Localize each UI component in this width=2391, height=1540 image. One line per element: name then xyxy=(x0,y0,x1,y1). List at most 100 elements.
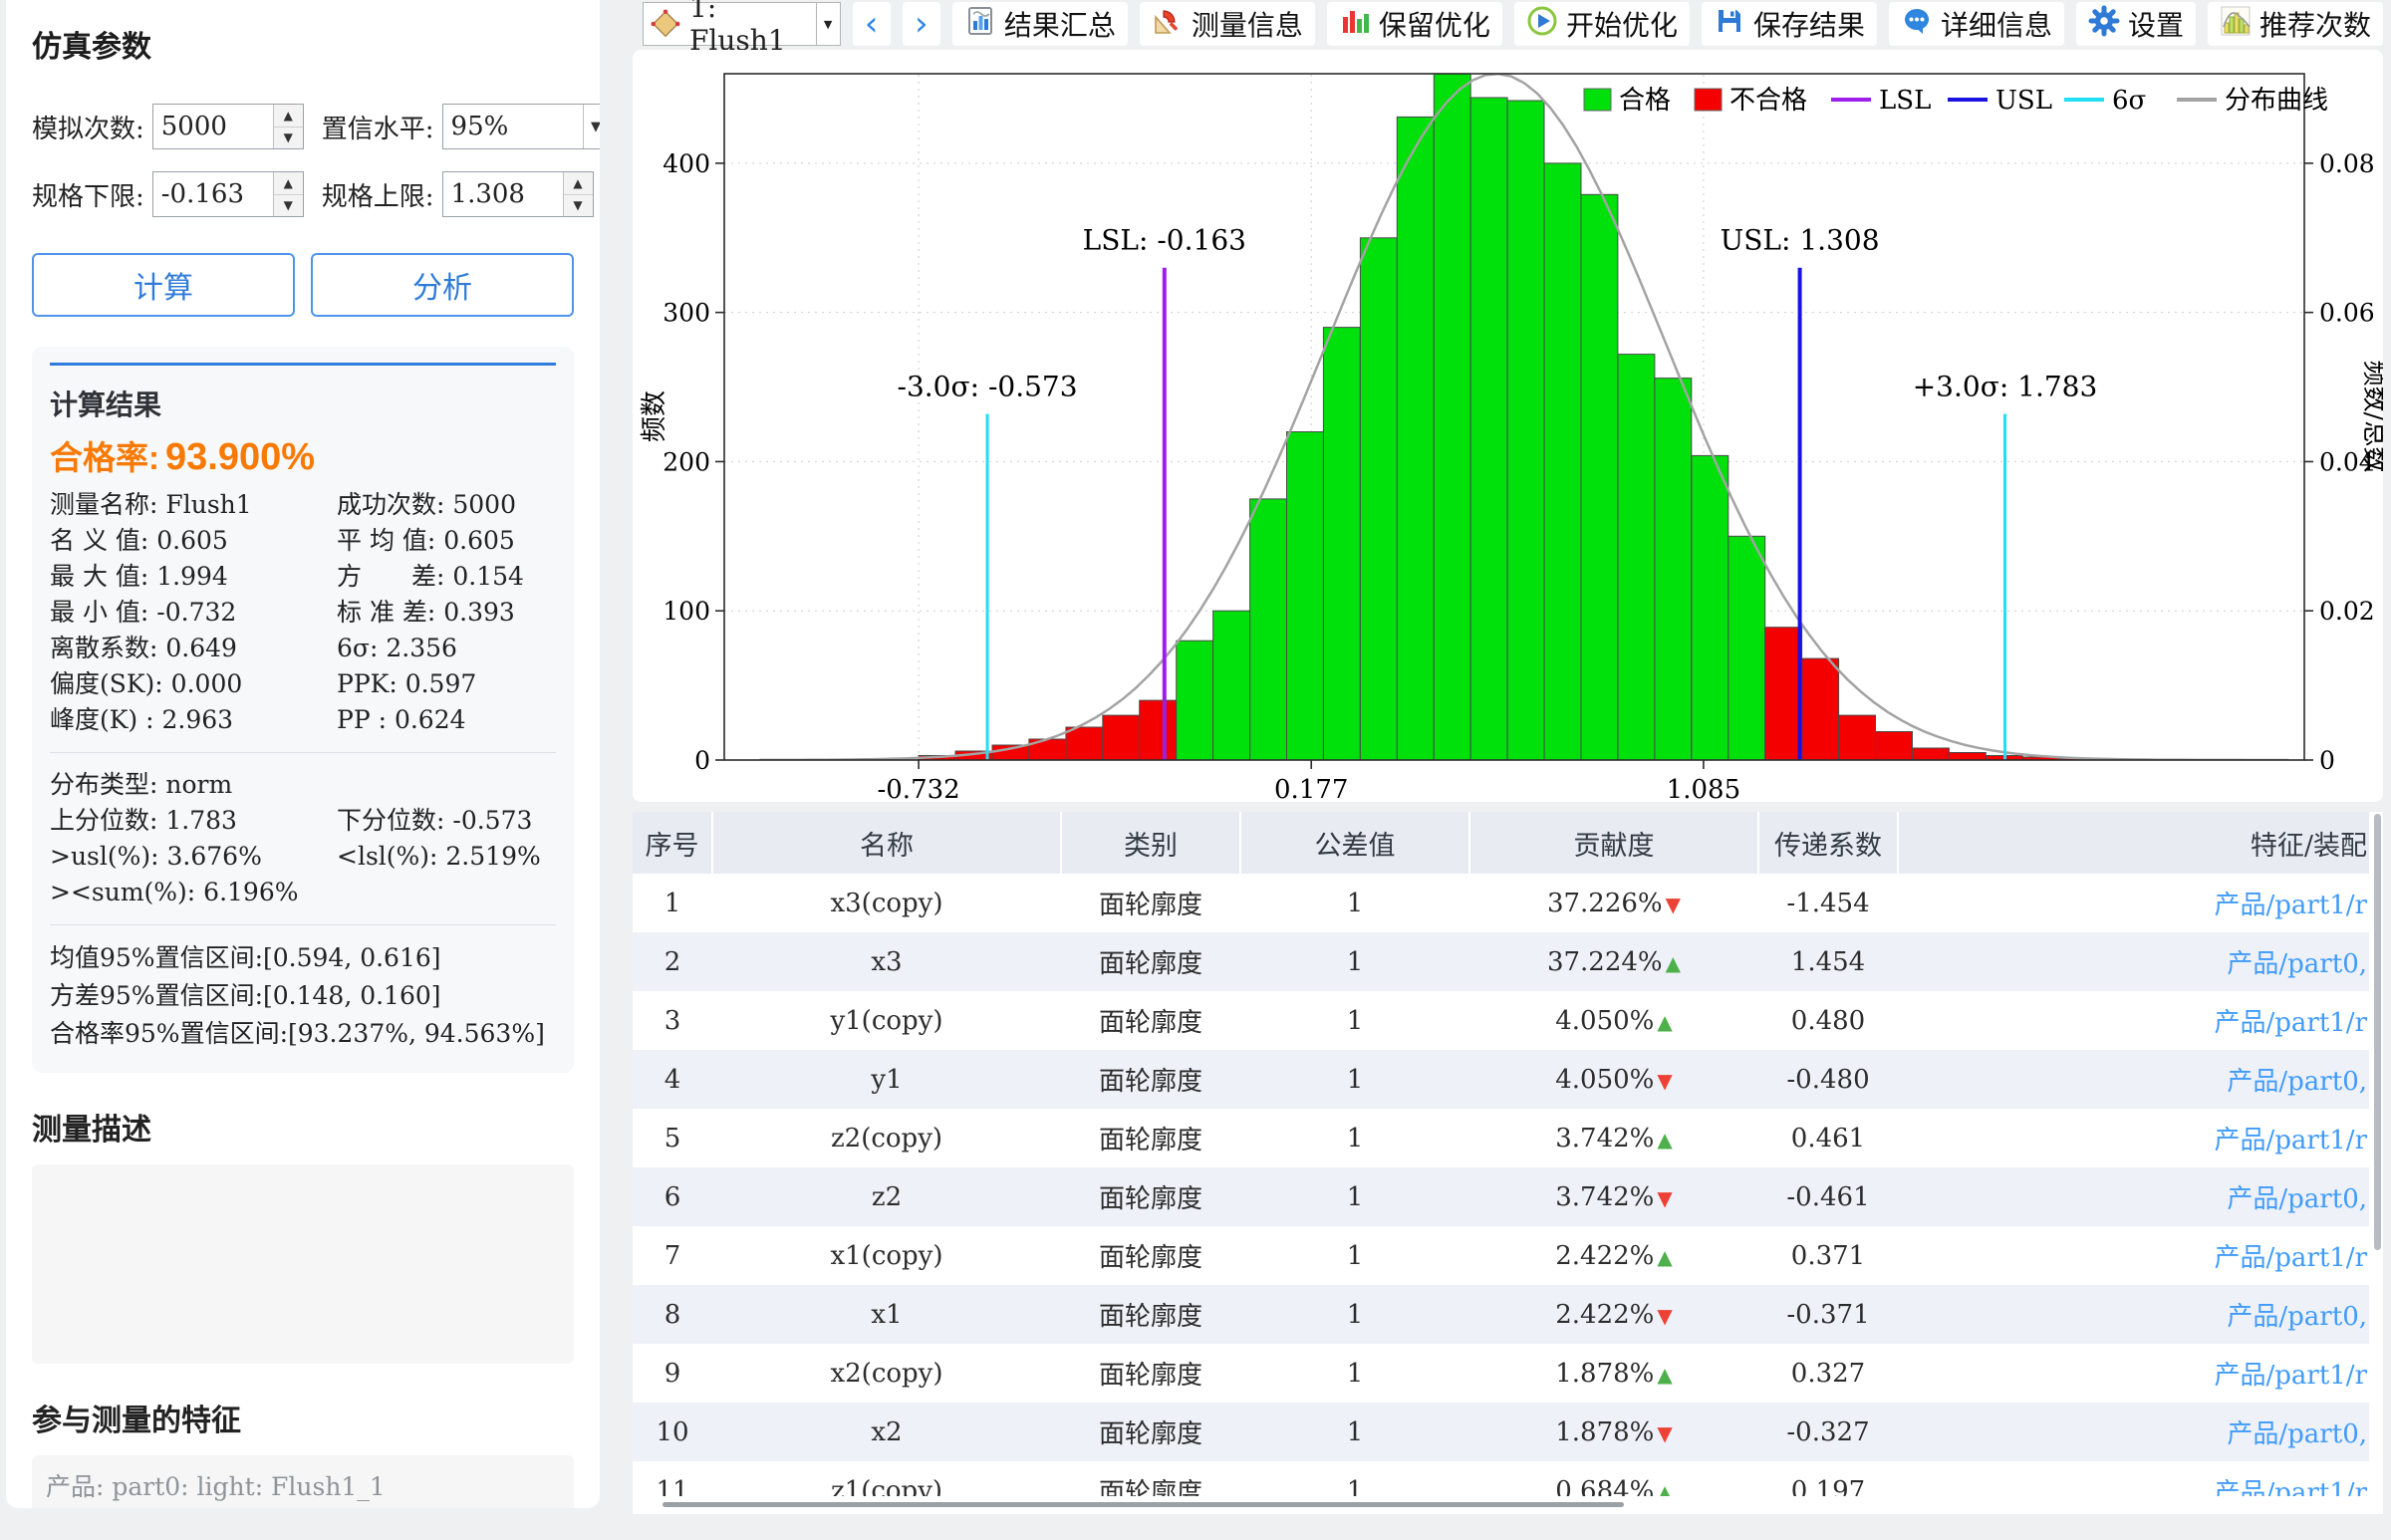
table-row[interactable]: 10x2面轮廓度11.878%▼-0.327产品/part0, xyxy=(633,1403,2369,1461)
distribution-list: 分布类型: norm上分位数: 1.783下分位数: -0.573>usl(%)… xyxy=(50,767,556,910)
main-area: 1: Flush1 ▼ ‹ › 结果汇总测量信息 保留优化开始优化 保存结果详细信息… xyxy=(633,0,2383,1540)
scrollbar-thumb[interactable] xyxy=(663,1502,1624,1507)
histogram-chart: -3.0σ: -0.573+3.0σ: 1.783LSL: -0.163USL:… xyxy=(633,50,2383,802)
toolbar-button-4[interactable]: 开始优化 xyxy=(1514,2,1690,46)
table-row[interactable]: 4y1面轮廓度14.050%▼-0.480产品/part0, xyxy=(633,1050,2369,1109)
spinner-input[interactable]: 5000▲▼ xyxy=(152,104,304,149)
svg-text:0.08: 0.08 xyxy=(2319,149,2375,178)
cell-feature-link[interactable]: 产品/part0, xyxy=(1898,932,2369,991)
toolbar-button-label: 保存结果 xyxy=(1753,4,1865,44)
toolbar-button-6[interactable]: 详细信息 xyxy=(1889,2,2064,46)
svg-text:频数/总数: 频数/总数 xyxy=(2359,361,2383,473)
spinner-up-icon[interactable]: ▲ xyxy=(274,172,303,195)
cell-feature-link[interactable]: 产品/part0, xyxy=(1898,1167,2369,1226)
cell-feature-link[interactable]: 产品/part0, xyxy=(1898,1285,2369,1344)
cell-feature-link[interactable]: 产品/part1/r xyxy=(1898,1344,2369,1403)
toolbar-button-2[interactable]: 测量信息 xyxy=(1140,2,1315,46)
cell-contribution: 1.878%▼ xyxy=(1469,1403,1758,1461)
scrollbar-thumb[interactable] xyxy=(2374,814,2381,1250)
calculate-button[interactable]: 计算 xyxy=(32,253,295,317)
report-chart-icon xyxy=(964,5,1004,44)
toolbar-button-label: 保留优化 xyxy=(1379,4,1490,44)
toolbar-button-8[interactable]: 推荐次数 xyxy=(2208,2,2383,46)
column-header[interactable]: 类别 xyxy=(1061,812,1240,874)
cell-feature-link[interactable]: 产品/part0, xyxy=(1898,1403,2369,1461)
field-value[interactable]: -0.163 xyxy=(153,172,273,216)
cell-tolerance: 1 xyxy=(1240,1109,1469,1167)
table-row[interactable]: 7x1(copy)面轮廓度12.422%▲0.371产品/part1/r xyxy=(633,1226,2369,1285)
analyze-button[interactable]: 分析 xyxy=(311,253,574,317)
confidence-interval-line: 合格率95%置信区间:[93.237%, 94.563%] xyxy=(50,1015,556,1053)
trend-up-icon: ▲ xyxy=(1657,1128,1672,1152)
confidence-interval-line: 方差95%置信区间:[0.148, 0.160] xyxy=(50,977,556,1015)
svg-text:300: 300 xyxy=(663,299,710,328)
spinner-down-icon[interactable]: ▼ xyxy=(274,128,303,149)
table-row[interactable]: 1x3(copy)面轮廓度137.226%▼-1.454产品/part1/r xyxy=(633,874,2369,932)
cell-contribution: 2.422%▼ xyxy=(1469,1285,1758,1344)
cell-feature-link[interactable]: 产品/part1/r xyxy=(1898,1226,2369,1285)
prev-button[interactable]: ‹ xyxy=(853,2,891,46)
spinner-input[interactable]: 1.308▲▼ xyxy=(442,171,594,217)
table-horizontal-scrollbar[interactable] xyxy=(633,1496,2369,1514)
svg-text:200: 200 xyxy=(663,447,710,476)
svg-text:0.02: 0.02 xyxy=(2319,597,2375,626)
cell-feature-link[interactable]: 产品/part0, xyxy=(1898,1050,2369,1109)
contribution-value: 1.878% xyxy=(1555,1417,1654,1447)
histogram-svg: -3.0σ: -0.573+3.0σ: 1.783LSL: -0.163USL:… xyxy=(633,50,2383,802)
table-row[interactable]: 5z2(copy)面轮廓度13.742%▲0.461产品/part1/r xyxy=(633,1109,2369,1167)
results-title: 计算结果 xyxy=(50,384,556,423)
toolbar-button-3[interactable]: 保留优化 xyxy=(1327,2,1502,46)
field-value[interactable]: 95% xyxy=(443,105,583,148)
table-vertical-scrollbar[interactable] xyxy=(2373,814,2382,1511)
table-row[interactable]: 8x1面轮廓度12.422%▼-0.371产品/part0, xyxy=(633,1285,2369,1344)
field-value[interactable]: 5000 xyxy=(153,105,273,148)
trend-down-icon: ▼ xyxy=(1657,1421,1672,1445)
spinner-buttons: ▲▼ xyxy=(563,172,593,216)
column-header[interactable]: 贡献度 xyxy=(1469,812,1758,874)
measure-desc-box[interactable] xyxy=(32,1164,574,1364)
toolbar-button-7[interactable]: 设置 xyxy=(2076,2,2196,46)
cell-no: 2 xyxy=(633,932,712,991)
cell-contribution: 1.878%▲ xyxy=(1469,1344,1758,1403)
cell-coefficient: -0.371 xyxy=(1758,1285,1898,1344)
cell-contribution: 37.226%▼ xyxy=(1469,874,1758,932)
column-header[interactable]: 名称 xyxy=(712,812,1061,874)
stat-line-left: 峰度(K) : 2.963 xyxy=(50,702,337,738)
spinner-down-icon[interactable]: ▼ xyxy=(564,195,593,217)
column-header[interactable]: 特征/装配 xyxy=(1898,812,2369,874)
spinner-up-icon[interactable]: ▲ xyxy=(564,172,593,195)
spinner-up-icon[interactable]: ▲ xyxy=(274,105,303,128)
cell-contribution: 3.742%▲ xyxy=(1469,1109,1758,1167)
stat-line-right: PPK: 0.597 xyxy=(337,666,556,702)
svg-text:频数: 频数 xyxy=(640,390,669,442)
cell-feature-link[interactable]: 产品/part1/r xyxy=(1898,991,2369,1050)
table-row[interactable]: 3y1(copy)面轮廓度14.050%▲0.480产品/part1/r xyxy=(633,991,2369,1050)
table-row[interactable]: 2x3面轮廓度137.224%▲1.454产品/part0, xyxy=(633,932,2369,991)
select-input[interactable]: 95%▼ xyxy=(442,104,600,149)
spinner-down-icon[interactable]: ▼ xyxy=(274,195,303,217)
column-header[interactable]: 传递系数 xyxy=(1758,812,1898,874)
column-header[interactable]: 序号 xyxy=(633,812,712,874)
toolbar-button-1[interactable]: 结果汇总 xyxy=(952,2,1128,46)
toolbar-buttons: 结果汇总测量信息 保留优化开始优化 保存结果详细信息设置推荐次数 xyxy=(952,2,2383,46)
confidence-interval-line: 均值95%置信区间:[0.594, 0.616] xyxy=(50,939,556,977)
column-header[interactable]: 公差值 xyxy=(1240,812,1469,874)
spinner-input[interactable]: -0.163▲▼ xyxy=(152,171,304,217)
cell-coefficient: 0.480 xyxy=(1758,991,1898,1050)
field-value[interactable]: 1.308 xyxy=(443,172,563,216)
next-button[interactable]: › xyxy=(903,2,940,46)
contribution-value: 2.422% xyxy=(1555,1241,1654,1271)
toolbar-button-5[interactable]: 保存结果 xyxy=(1702,2,1877,46)
cell-feature-link[interactable]: 产品/part1/r xyxy=(1898,1109,2369,1167)
play-icon xyxy=(1526,5,1566,44)
simulation-panel: 仿真参数 模拟次数:5000▲▼置信水平:95%▼规格下限:-0.163▲▼规格… xyxy=(6,0,600,1508)
table-row[interactable]: 6z2面轮廓度13.742%▼-0.461产品/part0, xyxy=(633,1167,2369,1226)
cell-name: x2(copy) xyxy=(712,1344,1061,1403)
cell-feature-link[interactable]: 产品/part1/r xyxy=(1898,874,2369,932)
measurement-selector[interactable]: 1: Flush1 ▼ xyxy=(643,2,841,46)
stat-line: 最 大 值: 1.994方 差: 0.154 xyxy=(50,559,556,595)
dist-line: 分布类型: norm xyxy=(50,767,556,803)
table-row[interactable]: 9x2(copy)面轮廓度11.878%▲0.327产品/part1/r xyxy=(633,1344,2369,1403)
cell-category: 面轮廓度 xyxy=(1061,874,1240,932)
cell-name: x3 xyxy=(712,932,1061,991)
